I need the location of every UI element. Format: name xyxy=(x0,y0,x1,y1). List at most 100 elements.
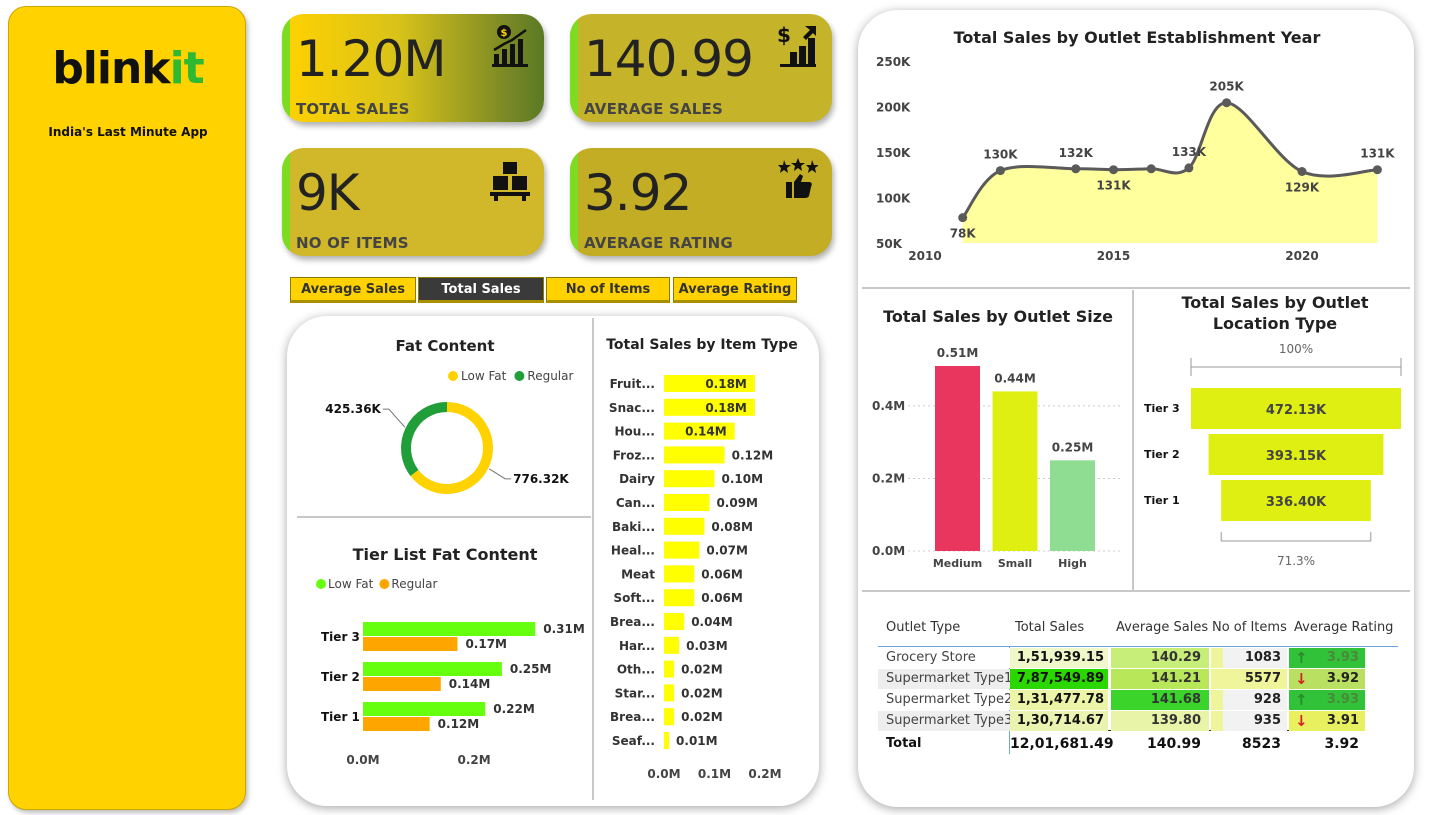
leader-line xyxy=(382,408,406,428)
category-label: Oth... xyxy=(617,663,655,677)
bar[interactable] xyxy=(664,613,685,630)
data-point[interactable] xyxy=(1184,163,1194,173)
arrow-up-icon: ↑ xyxy=(1295,691,1308,709)
cell-no-of-items: 935 xyxy=(1253,713,1281,728)
tagline: India's Last Minute App xyxy=(48,125,208,139)
data-point[interactable] xyxy=(1146,164,1156,174)
row-outlet-type[interactable]: Supermarket Type2 xyxy=(878,690,1012,710)
kpi-no-of-items: 9K NO OF ITEMS xyxy=(282,148,544,256)
total-sales-sum: 12,01,681.49 xyxy=(1010,736,1114,752)
cell-average-sales: 141.21 xyxy=(1111,669,1209,689)
x-tick-label: 2010 xyxy=(908,249,941,263)
row-outlet-type[interactable]: Grocery Store xyxy=(878,648,1010,668)
y-tick-label: 200K xyxy=(876,101,911,115)
bar[interactable] xyxy=(664,541,700,559)
kpi-accent-strip xyxy=(570,14,578,122)
bar-small[interactable] xyxy=(992,391,1038,551)
bar-low-fat[interactable] xyxy=(363,662,502,676)
cell-total-sales: 1,51,939.15 xyxy=(1010,648,1108,668)
x-tick-label: 0.0M xyxy=(346,753,379,767)
fat-content-title: Fat Content xyxy=(395,337,495,355)
bar[interactable] xyxy=(664,732,670,749)
data-label: 78K xyxy=(950,227,977,241)
category-label: Tier 2 xyxy=(321,670,360,684)
bar[interactable] xyxy=(664,494,710,511)
bar[interactable] xyxy=(664,636,680,654)
data-point[interactable] xyxy=(1109,165,1118,175)
category-label: Medium xyxy=(933,557,982,570)
data-label: 0.10M xyxy=(722,472,764,486)
column-header[interactable]: Outlet Type xyxy=(886,618,960,638)
bar-low-fat[interactable] xyxy=(363,622,536,636)
bar-regular[interactable] xyxy=(363,717,430,731)
bar[interactable] xyxy=(664,517,705,535)
bottom-percent-label: 71.3% xyxy=(1277,554,1315,568)
bar-low-fat[interactable] xyxy=(363,702,486,716)
category-label: Tier 2 xyxy=(1144,448,1180,461)
total-average-sales: 140.99 xyxy=(1146,736,1201,752)
data-point[interactable] xyxy=(1297,167,1307,177)
data-label: 0.07M xyxy=(706,544,748,558)
location-type-chart: 100% Tier 3 472.13K Tier 2 393.15K Tier 1 336.… xyxy=(1144,342,1402,568)
bar[interactable] xyxy=(664,684,675,702)
category-label: Har... xyxy=(619,639,655,653)
tab-average-rating[interactable]: Average Rating xyxy=(673,277,797,303)
row-outlet-type[interactable]: Supermarket Type3 xyxy=(878,711,1012,731)
bar-high[interactable] xyxy=(1050,460,1095,551)
bar[interactable] xyxy=(664,708,675,726)
data-label: 472.13K xyxy=(1266,403,1327,418)
data-label: 0.12M xyxy=(732,448,774,462)
tab-average-sales[interactable]: Average Sales xyxy=(290,277,416,303)
column-header[interactable]: No of Items xyxy=(1212,618,1287,638)
data-label: 129K xyxy=(1285,181,1320,195)
category-label: Tier 3 xyxy=(321,630,360,644)
donut-slice-low-fat[interactable] xyxy=(410,402,493,494)
bar[interactable] xyxy=(664,470,715,488)
category-label: Brea... xyxy=(610,710,655,724)
outlet-size-title: Total Sales by Outlet Size xyxy=(883,307,1113,326)
row-outlet-type[interactable]: Supermarket Type1 xyxy=(878,669,1012,689)
bar-regular[interactable] xyxy=(363,677,441,691)
panel-divider-horizontal xyxy=(297,516,591,518)
data-label: 0.04M xyxy=(691,615,733,629)
cell-average-sales: 141.68 xyxy=(1111,690,1209,710)
y-tick-label: 150K xyxy=(876,146,911,160)
data-label: 425.36K xyxy=(325,402,381,416)
category-label: Brea... xyxy=(610,615,655,629)
cell-average-sales: 139.80 xyxy=(1111,711,1209,731)
data-label: 0.18M xyxy=(705,377,747,391)
tier-fat-title: Tier List Fat Content xyxy=(352,545,538,564)
category-label: Fruit... xyxy=(610,377,655,391)
column-header[interactable]: Average Rating xyxy=(1294,618,1393,638)
kpi-label: AVERAGE RATING xyxy=(584,234,733,252)
column-header[interactable]: Total Sales xyxy=(1015,618,1084,638)
svg-text:$: $ xyxy=(501,28,508,39)
panel-divider-horizontal xyxy=(862,287,1410,289)
donut-slice-regular[interactable] xyxy=(401,402,448,476)
bar[interactable] xyxy=(664,660,675,678)
data-label: 0.44M xyxy=(994,371,1036,385)
column-header[interactable]: Average Sales xyxy=(1116,618,1208,638)
bar-regular[interactable] xyxy=(363,637,458,651)
data-point[interactable] xyxy=(1372,165,1382,175)
data-label: 0.03M xyxy=(686,639,728,653)
legend-marker xyxy=(316,579,326,589)
arrow-down-icon: ↓ xyxy=(1295,712,1308,730)
cell-total-sales: 1,31,477.78 xyxy=(1010,690,1108,710)
data-point[interactable] xyxy=(1071,164,1081,174)
data-point[interactable] xyxy=(995,166,1005,176)
bar[interactable] xyxy=(664,565,695,583)
tab-total-sales[interactable]: Total Sales xyxy=(418,277,544,303)
data-point[interactable] xyxy=(958,213,968,223)
tab-no-of-items[interactable]: No of Items xyxy=(546,277,670,303)
category-label: Heal... xyxy=(611,544,655,558)
bar-medium[interactable] xyxy=(935,366,980,551)
kpi-label: NO OF ITEMS xyxy=(296,234,409,252)
bar[interactable] xyxy=(664,446,725,464)
tier-fat-chart: Low Fat Regular Tier 3 0.31M 0.17M Tier 2 0.25… xyxy=(316,577,585,767)
bar[interactable] xyxy=(664,589,695,607)
data-point[interactable] xyxy=(1222,98,1232,108)
establishment-year-chart: 250K 200K 150K 100K 50K 2010 2015 2020 78K 130K 13… xyxy=(876,55,1395,263)
data-label: 0.25M xyxy=(510,662,552,676)
cell-no-of-items: 1083 xyxy=(1244,650,1281,665)
